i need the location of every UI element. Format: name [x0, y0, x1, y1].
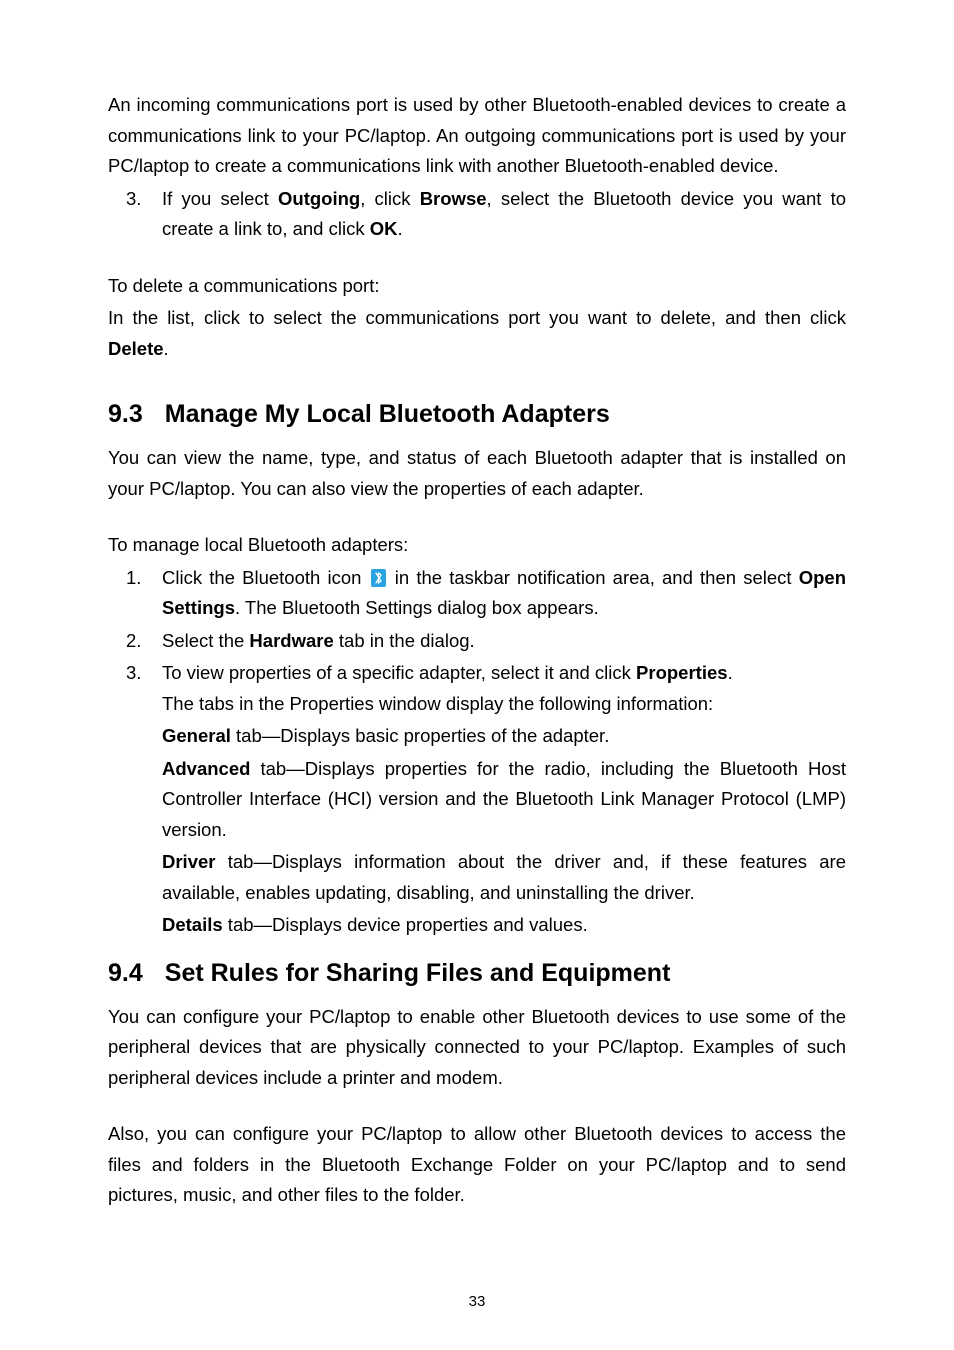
text: tab—Displays information about the drive…: [162, 851, 846, 903]
section-number: 9.4: [108, 959, 143, 988]
text: Select the: [162, 630, 249, 651]
text: . The Bluetooth Settings dialog box appe…: [235, 597, 599, 618]
section-number: 9.3: [108, 400, 143, 429]
sec94-p1: You can configure your PC/laptop to enab…: [108, 1002, 846, 1094]
intro-list-item-3: 3. If you select Outgoing, click Browse,…: [126, 184, 846, 245]
bold-delete: Delete: [108, 338, 164, 359]
page-number: 33: [0, 1293, 954, 1310]
delete-instruction: In the list, click to select the communi…: [108, 303, 846, 364]
sec93-details-tab: Details tab—Displays device properties a…: [162, 910, 846, 941]
sec93-list: 1. Click the Bluetooth icon in the taskb…: [126, 563, 846, 941]
text: tab—Displays device properties and value…: [223, 914, 588, 935]
sec93-list-item-3: 3. To view properties of a specific adap…: [126, 658, 846, 941]
sec93-intro: You can view the name, type, and status …: [108, 443, 846, 504]
text: tab in the dialog.: [334, 630, 475, 651]
sec93-li3-sub: The tabs in the Properties window displa…: [162, 689, 846, 720]
intro-hanging-text: An incoming communications port is used …: [108, 90, 846, 182]
bold-advanced: Advanced: [162, 758, 250, 779]
sec93-lead: To manage local Bluetooth adapters:: [108, 530, 846, 561]
bold-outgoing: Outgoing: [278, 188, 360, 209]
bluetooth-icon: [371, 566, 386, 584]
section-title: Manage My Local Bluetooth Adapters: [165, 400, 610, 428]
section-9-4-heading: 9.4 Set Rules for Sharing Files and Equip…: [108, 959, 846, 988]
bold-browse: Browse: [420, 188, 487, 209]
bold-general: General: [162, 725, 231, 746]
bold-ok: OK: [370, 218, 398, 239]
list-number: 3.: [126, 184, 141, 215]
sec94-p2: Also, you can configure your PC/laptop t…: [108, 1119, 846, 1211]
bold-details: Details: [162, 914, 223, 935]
text: To view properties of a specific adapter…: [162, 662, 636, 683]
intro-list: 3. If you select Outgoing, click Browse,…: [126, 184, 846, 245]
text: In the list, click to select the communi…: [108, 307, 846, 328]
text: If you select: [162, 188, 278, 209]
text: Click the Bluetooth icon: [162, 567, 369, 588]
sec93-list-item-1: 1. Click the Bluetooth icon in the taskb…: [126, 563, 846, 624]
delete-heading-text: To delete a communications port:: [108, 271, 846, 302]
bold-driver: Driver: [162, 851, 215, 872]
bold-properties: Properties: [636, 662, 728, 683]
sec93-advanced-tab: Advanced tab—Displays properties for the…: [162, 754, 846, 846]
text: .: [397, 218, 402, 239]
text: , click: [360, 188, 419, 209]
text: tab—Displays basic properties of the ada…: [231, 725, 609, 746]
sec93-driver-tab: Driver tab—Displays information about th…: [162, 847, 846, 908]
list-number: 1.: [126, 563, 141, 594]
text: tab—Displays properties for the radio, i…: [162, 758, 846, 840]
text: .: [728, 662, 733, 683]
list-number: 2.: [126, 626, 141, 657]
bold-hardware: Hardware: [249, 630, 333, 651]
text: .: [164, 338, 169, 359]
sec93-list-item-2: 2. Select the Hardware tab in the dialog…: [126, 626, 846, 657]
page: An incoming communications port is used …: [0, 0, 954, 1350]
section-9-3-heading: 9.3 Manage My Local Bluetooth Adapters: [108, 400, 846, 429]
sec93-general-tab: General tab—Displays basic properties of…: [162, 721, 846, 752]
text: in the taskbar notification area, and th…: [388, 567, 799, 588]
list-number: 3.: [126, 658, 141, 689]
section-title: Set Rules for Sharing Files and Equipmen…: [165, 959, 671, 987]
